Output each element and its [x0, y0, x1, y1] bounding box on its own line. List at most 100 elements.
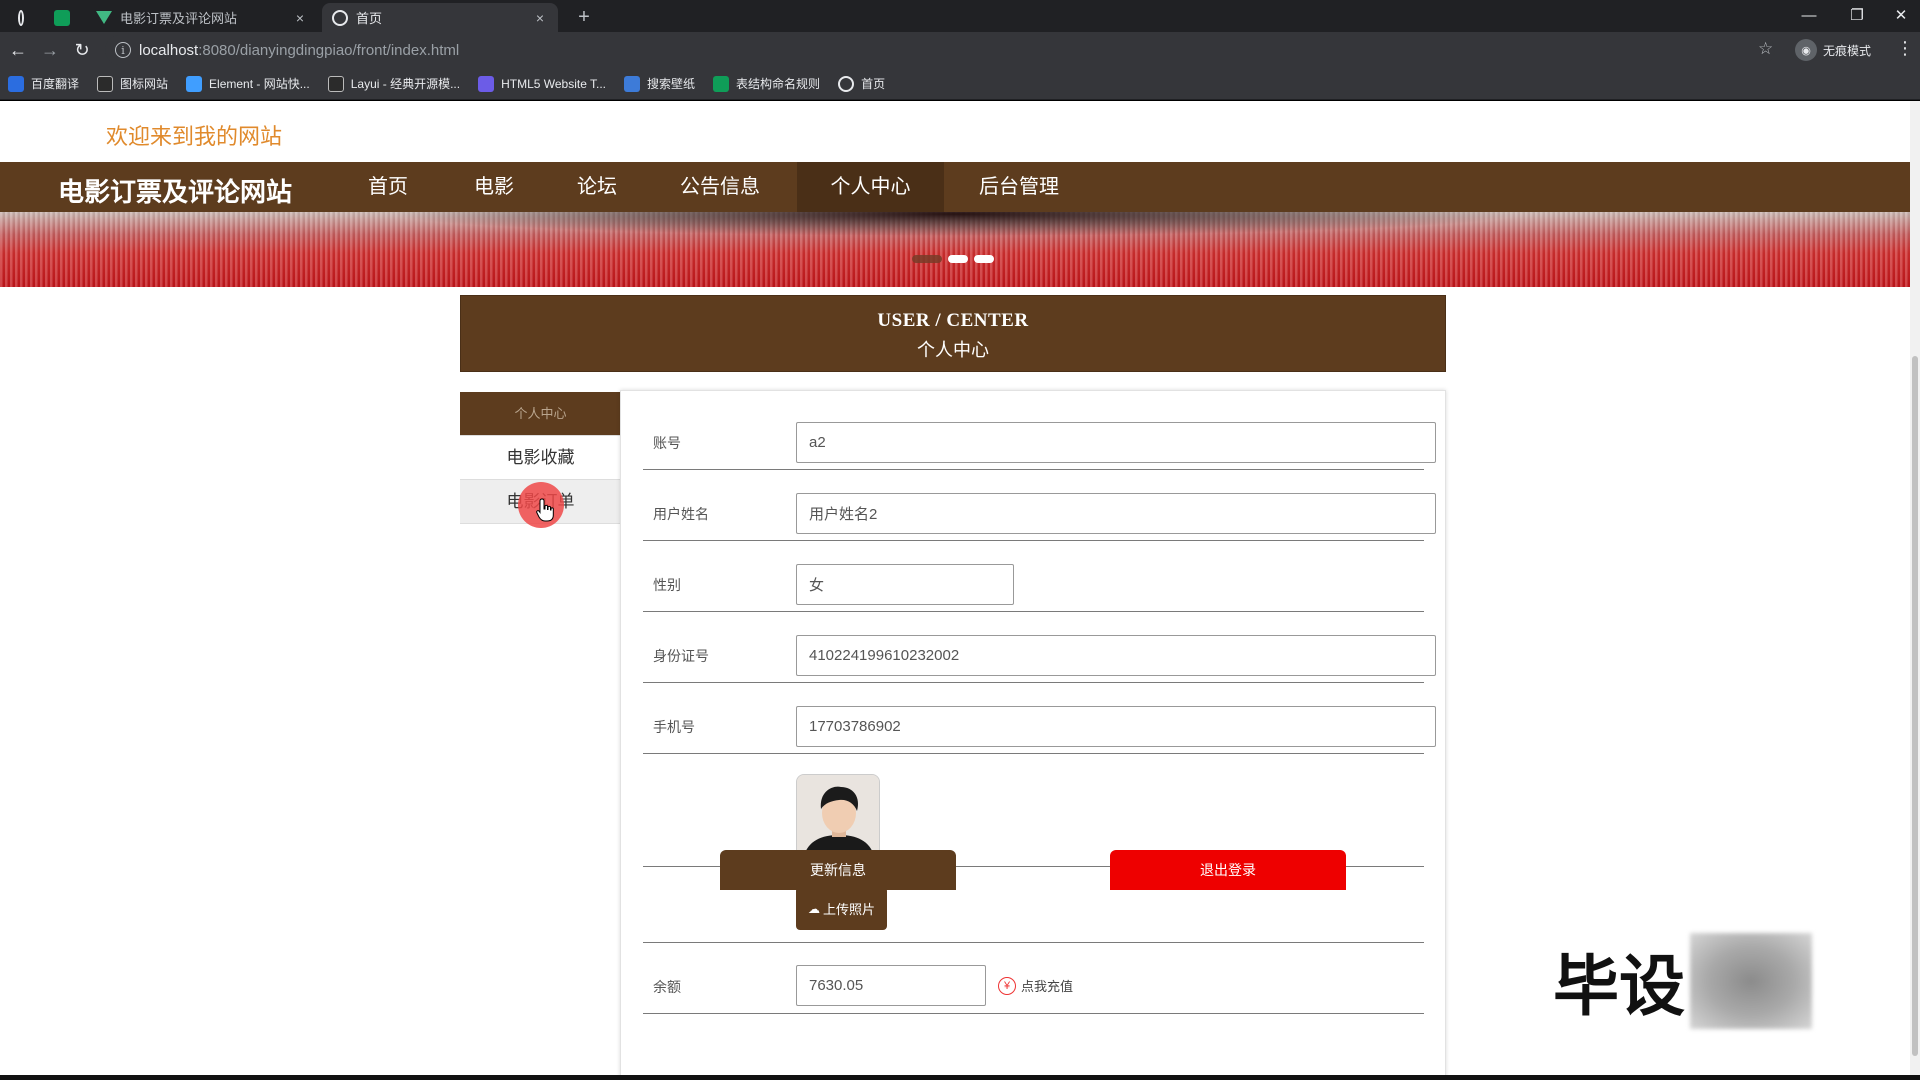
name-label: 用户姓名	[653, 506, 709, 522]
nav-admin[interactable]: 后台管理	[979, 162, 1059, 212]
nav-movies[interactable]: 电影	[474, 162, 514, 212]
site-title[interactable]: 电影订票及评论网站	[58, 172, 292, 209]
bookmark-label: Element - 网站快...	[209, 77, 310, 91]
bookmark-table-naming[interactable]: 表结构命名规则	[713, 75, 820, 92]
incognito-label: 无痕模式	[1823, 43, 1872, 58]
url-host: localhost	[139, 41, 199, 59]
minimize-button[interactable]: —	[1786, 0, 1832, 30]
tab-title: 电影订票及评论网站	[120, 11, 238, 26]
header-title-en: USER / CENTER	[877, 310, 1029, 331]
gender-select[interactable]	[796, 564, 1014, 605]
bookmark-label: 搜索壁纸	[647, 77, 696, 91]
update-info-button[interactable]: 更新信息	[720, 850, 956, 890]
bookmark-baidu-translate[interactable]: 百度翻译	[8, 75, 79, 92]
balance-label: 余额	[653, 979, 681, 995]
bookmark-label: HTML5 Website T...	[501, 76, 607, 91]
user-center-header: USER / CENTER 个人中心	[460, 295, 1446, 372]
bookmark-label: 百度翻译	[31, 77, 80, 91]
translate-icon	[8, 75, 24, 92]
hand-cursor-icon	[536, 498, 554, 522]
watermark-blur	[1690, 933, 1812, 1029]
form-row-balance: 余额 ¥ 点我充值	[643, 943, 1424, 1014]
bookmark-layui[interactable]: Layui - 经典开源模...	[327, 75, 461, 92]
nav-home[interactable]: 首页	[368, 162, 408, 212]
wallpaper-icon	[624, 75, 641, 92]
bookmarks-bar: 百度翻译 图标网站 Element - 网站快... Layui - 经典开源模…	[0, 68, 1920, 100]
recharge-link[interactable]: ¥ 点我充值	[998, 976, 1073, 995]
bookmark-html5[interactable]: HTML5 Website T...	[478, 75, 607, 92]
browser-tabstrip: 电影订票及评论网站 × 首页 × + — ❐ ✕	[0, 0, 1920, 32]
avatar	[796, 774, 880, 858]
incognito-icon: ◉	[1795, 39, 1817, 61]
bookmark-wallpaper[interactable]: 搜索壁纸	[624, 75, 695, 92]
tab-home[interactable]: 首页 ×	[322, 3, 558, 32]
banner-carousel[interactable]	[0, 212, 1910, 287]
bookmark-icon-site[interactable]: 图标网站	[97, 75, 168, 92]
nav-forum[interactable]: 论坛	[577, 162, 617, 212]
page-scrollbar[interactable]	[1910, 101, 1920, 1075]
bookmark-label: 表结构命名规则	[736, 77, 821, 91]
watermark-text: 毕设	[1553, 948, 1685, 1025]
form-row-phone: 手机号	[643, 683, 1436, 754]
scrollbar-thumb[interactable]	[1912, 356, 1918, 1056]
globe-icon	[332, 9, 348, 26]
cloud-upload-icon: ☁	[807, 901, 820, 916]
url-path: :8080/dianyingdingpiao/front/index.html	[198, 41, 460, 59]
phone-field[interactable]	[796, 706, 1436, 747]
tab-close-icon[interactable]: ×	[292, 10, 308, 26]
phone-label: 手机号	[653, 719, 695, 735]
bookmark-home[interactable]: 首页	[838, 75, 885, 92]
close-window-button[interactable]: ✕	[1878, 0, 1920, 30]
form-row-gender: 性别	[643, 541, 1424, 612]
welcome-text: 欢迎来到我的网站	[106, 124, 283, 149]
sheet-icon	[713, 75, 730, 92]
side-item-user-center[interactable]: 个人中心	[460, 392, 621, 436]
pinned-tab-1[interactable]	[8, 3, 42, 32]
upload-photo-button[interactable]: ☁ 上传照片	[796, 887, 887, 930]
side-item-favorites[interactable]: 电影收藏	[460, 436, 621, 480]
reload-icon[interactable]: ↻	[66, 34, 98, 66]
info-icon[interactable]: i	[115, 42, 131, 58]
carousel-dot[interactable]	[912, 255, 942, 263]
tab-movie-site[interactable]: 电影订票及评论网站 ×	[86, 3, 318, 32]
bookmark-star-icon[interactable]: ☆	[1758, 39, 1773, 59]
account-label: 账号	[653, 435, 681, 451]
bookmark-label: 图标网站	[120, 77, 169, 91]
header-title-cn: 个人中心	[917, 340, 989, 360]
forward-icon[interactable]: →	[34, 34, 66, 66]
nav-announcements[interactable]: 公告信息	[680, 162, 760, 212]
avatar-photo-icon	[797, 775, 879, 857]
nav-user-center[interactable]: 个人中心	[797, 162, 944, 212]
bookmark-element[interactable]: Element - 网站快...	[186, 75, 310, 92]
new-tab-button[interactable]: +	[568, 3, 600, 32]
vue-icon	[96, 11, 112, 24]
logout-button[interactable]: 退出登录	[1110, 850, 1346, 890]
name-field[interactable]	[796, 493, 1436, 534]
address-bar[interactable]: i localhost:8080/dianyingdingpiao/front/…	[105, 35, 1775, 65]
bookmark-label: Layui - 经典开源模...	[350, 77, 461, 91]
main-navbar: 电影订票及评论网站 首页 电影 论坛 公告信息 个人中心 后台管理	[0, 162, 1910, 212]
back-icon[interactable]: ←	[2, 34, 34, 66]
html5-icon	[478, 75, 495, 92]
account-field[interactable]	[796, 422, 1436, 463]
balance-field[interactable]	[796, 965, 986, 1006]
carousel-dot[interactable]	[948, 255, 968, 263]
yen-icon: ¥	[998, 976, 1016, 995]
restore-button[interactable]: ❐	[1834, 0, 1880, 30]
upload-label: 上传照片	[822, 902, 875, 917]
recharge-label: 点我充值	[1021, 979, 1074, 994]
carousel-dot[interactable]	[974, 255, 994, 263]
id-number-field[interactable]	[796, 635, 1436, 676]
flag-icon	[97, 75, 114, 92]
id-label: 身份证号	[653, 648, 709, 664]
layui-icon	[327, 75, 344, 92]
form-row-id: 身份证号	[643, 612, 1436, 683]
user-info-form: 账号 用户姓名 性别 身份证号 手机号	[620, 390, 1446, 1075]
incognito-indicator[interactable]: ◉ 无痕模式	[1795, 36, 1871, 64]
form-row-name: 用户姓名	[643, 470, 1436, 541]
browser-menu-icon[interactable]: ⋮	[1896, 38, 1914, 59]
pinned-tab-2[interactable]	[44, 3, 84, 32]
tab-close-icon[interactable]: ×	[532, 10, 548, 26]
page-viewport: 欢迎来到我的网站 电影订票及评论网站 首页 电影 论坛 公告信息 个人中心 后台…	[0, 101, 1910, 1075]
sheet-icon	[54, 9, 70, 26]
